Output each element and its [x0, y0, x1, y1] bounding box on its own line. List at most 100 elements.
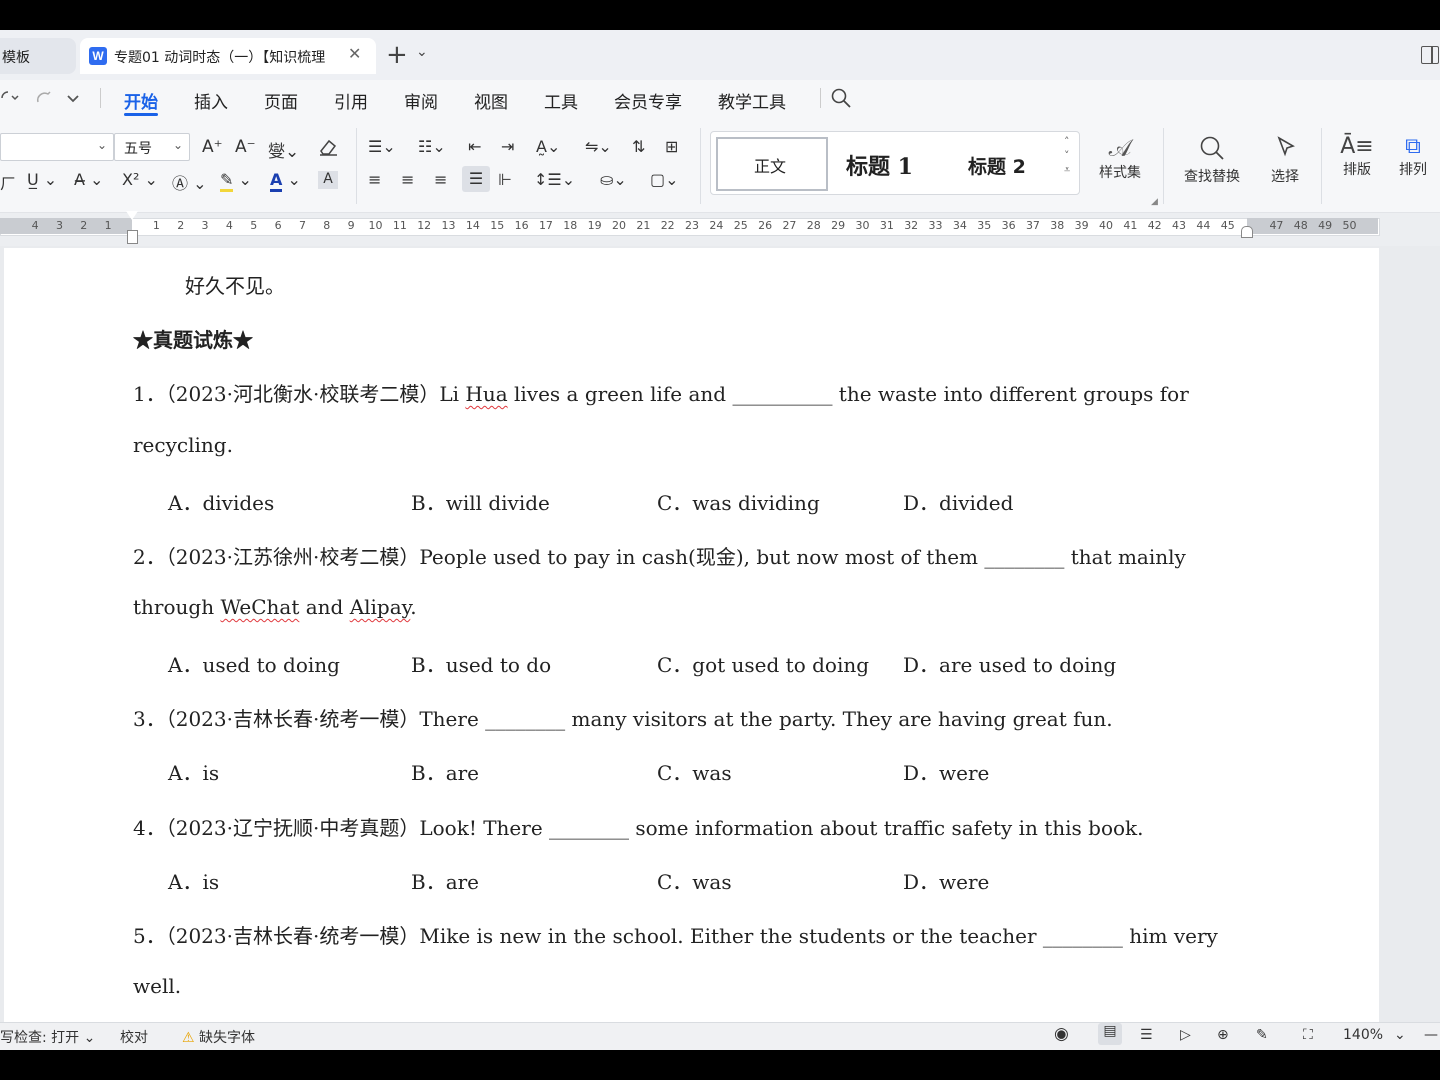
style-heading-2[interactable]: 标题 2 — [968, 152, 1026, 179]
italic-icon[interactable]: ㄏ — [0, 170, 16, 194]
ruler-tick: 10 — [368, 219, 383, 232]
tab-document[interactable]: W 专题01 动词时态（一）【知识梳理 ✕ — [80, 38, 376, 74]
menu-view[interactable]: 视图 — [474, 88, 508, 113]
ruler-tick: 50 — [1342, 219, 1357, 232]
style-heading-1[interactable]: 标题 1 — [846, 149, 913, 181]
first-line-indent-marker[interactable] — [126, 211, 138, 220]
question-3: 3．（2023·吉林长春·统考一模）There ________ many vi… — [133, 707, 1113, 731]
layout-button[interactable]: Ā≡ 排版 — [1334, 134, 1380, 179]
menu-tools[interactable]: 工具 — [544, 88, 578, 113]
right-indent-marker[interactable] — [1241, 226, 1253, 238]
menu-page[interactable]: 页面 — [264, 88, 298, 113]
sort-icon[interactable]: ⇅ — [632, 137, 645, 156]
select-button[interactable]: 选择 — [1260, 134, 1310, 186]
option-c: C．was — [657, 761, 732, 785]
align-center-icon[interactable]: ≡ — [401, 170, 414, 189]
clear-format-icon[interactable] — [317, 137, 339, 157]
increase-indent-icon[interactable]: ⇥ — [501, 137, 514, 156]
new-tab-button[interactable]: + — [386, 40, 408, 70]
font-size-dropdown[interactable]: 五号 ⌄ — [114, 133, 190, 161]
font-color-icon[interactable]: A ⌄ — [270, 170, 301, 192]
sidebar-toggle-icon[interactable] — [1421, 46, 1439, 64]
convert-icon[interactable]: ⇋⌄ — [585, 137, 612, 156]
play-icon[interactable]: ▷ — [1180, 1027, 1191, 1043]
ruler-tick: 27 — [782, 219, 797, 232]
close-tab-icon[interactable]: ✕ — [348, 44, 361, 63]
decrease-font-icon[interactable]: A⁻ — [235, 137, 256, 157]
style-set-button[interactable]: 𝒜 样式集 — [1090, 134, 1150, 182]
eye-protection-icon[interactable]: ◉ — [1054, 1024, 1069, 1044]
ruler-tick: 1 — [104, 219, 112, 232]
ruler-tick: 44 — [1196, 219, 1211, 232]
ruler-tick: 2 — [177, 219, 185, 232]
text-direction-icon[interactable]: A̰⌄ — [536, 137, 560, 156]
font-name-dropdown[interactable]: ⌄ — [0, 133, 114, 161]
ruler-tick: 42 — [1147, 219, 1162, 232]
justify-icon[interactable]: ☰ — [462, 166, 490, 192]
option-d: D．were — [903, 761, 990, 785]
spell-check-toggle[interactable]: 写检查: 打开 ⌄ — [0, 1027, 95, 1047]
borders-icon[interactable]: ▢⌄ — [650, 170, 679, 189]
tab-document-title: 专题01 动词时态（一）【知识梳理 — [114, 50, 326, 66]
ruler-tick: 2 — [80, 219, 88, 232]
zoom-dropdown-icon[interactable]: ⌄ — [1394, 1027, 1406, 1043]
menu-member[interactable]: 会员专享 — [614, 88, 682, 113]
proofread-button[interactable]: 校对 — [120, 1027, 148, 1047]
superscript-icon[interactable]: X² ⌄ — [122, 170, 158, 189]
shading-icon[interactable]: ⛀⌄ — [600, 170, 627, 189]
fit-window-icon[interactable]: ⛶ — [1303, 1027, 1313, 1043]
increase-font-icon[interactable]: A⁺ — [202, 137, 223, 157]
ruler-tick: 33 — [928, 219, 943, 232]
line-spacing-icon[interactable]: ↕☰⌄ — [534, 170, 575, 189]
bullet-list-icon[interactable]: ☰⌄ — [368, 137, 396, 156]
tab-list-chevron-icon[interactable]: ⌄ — [416, 44, 428, 60]
left-indent-marker[interactable] — [127, 230, 138, 244]
dialog-launcher-icon[interactable]: ◢ — [1151, 197, 1158, 207]
ruler-tick: 8 — [323, 219, 331, 232]
document-page[interactable] — [4, 248, 1379, 1022]
align-right-icon[interactable]: ≡ — [434, 170, 447, 189]
option-b: B．are — [411, 761, 480, 785]
underline-icon[interactable]: U̲ ⌄ — [27, 170, 57, 189]
decrease-indent-icon[interactable]: ⇤ — [468, 137, 481, 156]
page-view-icon[interactable]: ▤ — [1098, 1023, 1122, 1045]
missing-font-button[interactable]: ⚠ 缺失字体 — [182, 1027, 255, 1047]
arrange-label: 排列 — [1399, 162, 1427, 178]
tab-template[interactable]: 模板 — [0, 38, 76, 74]
style-gallery-scroll[interactable]: ˄ ˅ ⩡ — [1064, 135, 1070, 177]
menu-references[interactable]: 引用 — [334, 88, 368, 113]
ruler-tick: 45 — [1220, 219, 1235, 232]
search-icon[interactable] — [830, 87, 852, 109]
undo-redo-icons[interactable] — [0, 88, 90, 108]
outline-view-icon[interactable]: ☰ — [1140, 1027, 1153, 1043]
menu-teaching-tools[interactable]: 教学工具 — [718, 88, 786, 113]
ruler-tick: 41 — [1123, 219, 1138, 232]
find-replace-button[interactable]: 查找替换 — [1176, 134, 1248, 186]
text-effect-icon[interactable]: Ⓐ ⌄ — [172, 170, 207, 194]
zoom-level[interactable]: 140% — [1343, 1027, 1383, 1043]
ruler-tick: 16 — [514, 219, 529, 232]
ruler-tick: 1 — [152, 219, 160, 232]
tab-stops-icon[interactable]: ⊞ — [665, 137, 678, 156]
phonetic-guide-icon[interactable]: 燮⌄ — [268, 137, 299, 162]
arrange-button[interactable]: ⧉ 排列 — [1390, 134, 1436, 179]
pen-icon[interactable]: ✎ — [1256, 1027, 1268, 1043]
distribute-icon[interactable]: ⊩ — [498, 170, 512, 189]
highlight-icon[interactable]: ✎ ⌄ — [220, 170, 252, 192]
menu-home[interactable]: 开始 — [124, 88, 158, 113]
web-view-icon[interactable]: ⊕ — [1217, 1027, 1229, 1043]
zoom-out-icon[interactable]: — — [1424, 1027, 1438, 1043]
question-1-continued: recycling. — [133, 433, 233, 457]
numbered-list-icon[interactable]: ☷⌄ — [418, 137, 446, 156]
strikethrough-icon[interactable]: A̶ ⌄ — [74, 170, 103, 189]
align-left-icon[interactable]: ≡ — [368, 170, 381, 189]
question-1: 1．（2023·河北衡水·校联考二模）Li Hua lives a green … — [133, 378, 1189, 407]
chevron-down-icon: ⌄ — [172, 138, 183, 152]
find-icon — [1200, 136, 1224, 160]
screen-top-border — [0, 0, 1440, 30]
char-shading-icon[interactable]: A — [318, 171, 338, 189]
menu-insert[interactable]: 插入 — [194, 88, 228, 113]
menu-review[interactable]: 审阅 — [404, 88, 438, 113]
style-normal[interactable]: 正文 — [716, 137, 828, 191]
ruler-tick: 9 — [347, 219, 355, 232]
